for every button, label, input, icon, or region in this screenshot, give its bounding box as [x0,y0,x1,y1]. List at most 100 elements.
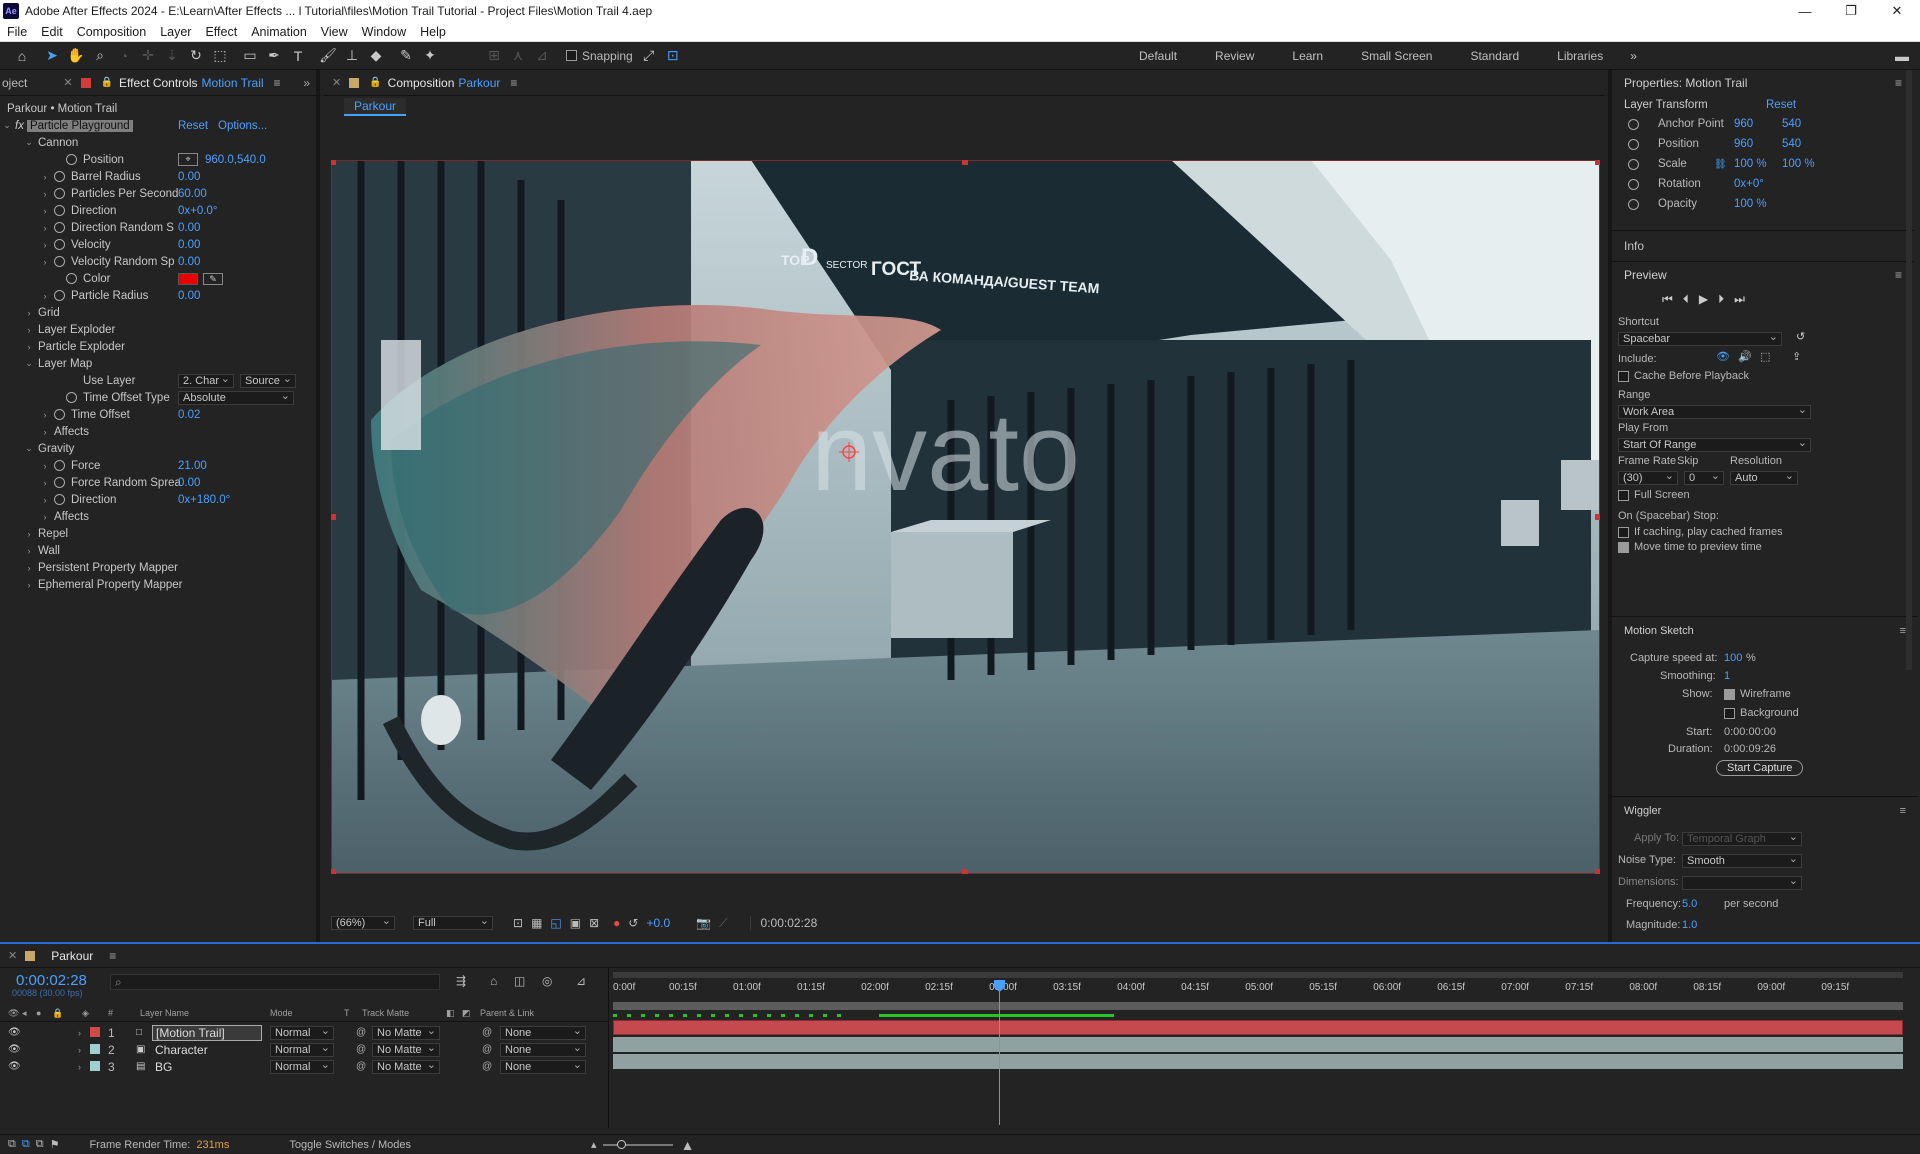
shortcut-dropdown[interactable]: Spacebar [1618,330,1782,346]
menu-edit[interactable]: Edit [34,25,70,39]
magnitude-value[interactable]: 1.0 [1682,919,1697,931]
handle-middle-left[interactable] [331,514,336,520]
effect-prop-row[interactable]: › Repel [0,525,316,542]
timeline-layer-row[interactable]: 👁 › 2 ▣ Character Normal @ No Matte @ None [0,1041,610,1058]
crosshair-icon[interactable]: ⌖ [178,153,198,166]
layer-name-column-header[interactable]: Layer Name [140,1008,189,1018]
layer-search-input[interactable]: ⌕ [110,974,440,990]
handle-top-right[interactable] [1595,160,1600,165]
effect-prop-value[interactable]: 0.00 [178,256,200,268]
panel-layout-icon[interactable]: ▬ [1890,44,1914,68]
effect-prop-value[interactable]: 0.00 [178,222,200,234]
render-time-icon[interactable]: ⚑ [50,1138,60,1151]
layer-label-swatch[interactable] [90,1061,100,1071]
track-matte-dropdown[interactable]: No Matte [372,1058,440,1074]
transform-prop-value-2[interactable]: 540 [1782,118,1801,130]
effect-prop-row[interactable]: › Ephemeral Property Mapper [0,576,316,593]
stopwatch-icon[interactable] [1628,198,1639,210]
layer-mode-dropdown[interactable]: Normal [270,1024,334,1040]
region-of-interest-icon[interactable]: ⊡ [513,916,523,930]
start-capture-button[interactable]: Start Capture [1716,760,1804,776]
effect-prop-row[interactable]: › Direction 0x+180.0° [0,491,316,508]
play-icon[interactable]: ▶ [1699,292,1708,306]
twirl-closed-icon[interactable]: › [24,580,34,590]
effect-prop-row[interactable]: › Direction Random S 0.00 [0,219,316,236]
twirl-closed-icon[interactable]: › [40,427,50,437]
zoom-dropdown[interactable]: (66%) [331,914,395,930]
effect-prop-row[interactable]: › Grid [0,304,316,321]
work-area-bar[interactable] [613,1002,1903,1010]
effect-row-particle-playground[interactable]: ⌄ fx Particle Playground Reset Options..… [0,117,316,134]
resolution-dropdown-preview[interactable]: Auto [1730,469,1798,485]
workspace-review[interactable]: Review [1196,49,1273,63]
range-dropdown[interactable]: Work Area [1618,403,1811,419]
twirl-closed-icon[interactable]: › [40,478,50,488]
effect-prop-value[interactable]: 0.00 [178,477,200,489]
twirl-closed-icon[interactable]: › [40,189,50,199]
3d-view-icon[interactable]: ⊠ [589,916,599,930]
transform-prop-value-2[interactable]: 540 [1782,138,1801,150]
stopwatch-icon[interactable] [54,171,65,182]
lock-icon[interactable]: 🔒 [101,77,113,88]
twirl-closed-icon[interactable]: › [24,325,34,335]
effect-prop-row[interactable]: ⌄ Gravity [0,440,316,457]
layer-label-swatch[interactable] [90,1027,100,1037]
handle-top-left[interactable] [331,160,336,165]
transform-prop-value-1[interactable]: 960 [1734,138,1753,150]
selection-tool-icon[interactable]: ➤ [40,44,64,68]
current-time-display[interactable]: 0:00:02:28 [749,916,817,930]
effect-prop-row[interactable]: › Affects [0,423,316,440]
right-panel-scrollbar[interactable] [1906,70,1912,670]
transform-property-row[interactable]: Scale ⛓ 100 % 100 % [1612,154,1914,174]
wireframe-checkbox[interactable] [1724,688,1735,700]
stopwatch-icon[interactable] [1628,138,1639,150]
layer-name[interactable]: Character [152,1043,262,1057]
rectangle-tool-icon[interactable]: ▭ [238,44,262,68]
track-matte-dropdown[interactable]: No Matte [372,1041,440,1057]
twirl-closed-icon[interactable]: › [40,410,50,420]
shy-layers-icon[interactable]: ◫ [514,974,525,988]
handle-middle-right[interactable] [1595,514,1600,520]
twirl-closed-icon[interactable]: › [40,223,50,233]
twirl-open-icon[interactable]: ⌄ [24,358,34,369]
stopwatch-icon[interactable] [66,392,77,403]
puppet-tool-icon[interactable]: ✦ [418,44,442,68]
workspace-more-button[interactable]: » [1622,49,1645,63]
fx-icon[interactable]: fx [15,120,24,132]
layer-label-swatch[interactable] [90,1044,100,1054]
layer-mode-dropdown[interactable]: Normal [270,1058,334,1074]
maximize-button[interactable]: ❐ [1828,0,1874,22]
effect-prop-value[interactable]: 21.00 [178,460,207,472]
frame-rate-dropdown[interactable]: (30) [1618,469,1678,485]
pan-camera-icon[interactable]: ✛ [136,44,160,68]
transform-property-row[interactable]: Opacity 100 % [1612,194,1914,214]
exposure-value[interactable]: +0.0 [646,916,670,930]
transform-property-row[interactable]: Rotation 0x+0° [1612,174,1914,194]
exposure-reset-icon[interactable]: ↺ [628,916,638,930]
stopwatch-icon[interactable] [54,290,65,301]
parent-dropdown[interactable]: None [500,1024,586,1040]
parent-pickwhip-icon[interactable]: @ [482,1061,492,1072]
reset-shortcut-icon[interactable]: ↺ [1796,330,1805,343]
close-comp-tab-icon[interactable]: ✕ [332,76,341,89]
zoom-in-icon[interactable]: ▲ [681,1137,695,1153]
wiggler-menu-icon[interactable]: ≡ [1900,805,1906,817]
preview-menu-icon[interactable]: ≡ [1895,268,1902,282]
handle-bottom-right[interactable] [1595,869,1600,874]
effect-prop-row[interactable]: › Velocity 0.00 [0,236,316,253]
workspace-standard[interactable]: Standard [1451,49,1538,63]
stopwatch-icon[interactable] [54,222,65,233]
twirl-closed-icon[interactable]: › [40,512,50,522]
workspace-learn[interactable]: Learn [1273,49,1342,63]
color-swatch[interactable] [178,272,198,285]
track-matte-pickwhip-icon[interactable]: @ [356,1061,366,1072]
workspace-libraries[interactable]: Libraries [1538,49,1622,63]
eraser-tool-icon[interactable]: ◆ [364,44,388,68]
twirl-closed-icon[interactable]: › [40,291,50,301]
effect-prop-row[interactable]: › Time Offset 0.02 [0,406,316,423]
project-tab[interactable]: oject [2,76,27,90]
timeline-zoom-navigator[interactable] [613,972,1903,978]
video-visibility-icon[interactable]: 👁 [8,1027,21,1038]
move-time-option[interactable]: Move time to preview time [1618,541,1762,553]
twirl-open-icon[interactable]: ⌄ [24,443,34,454]
